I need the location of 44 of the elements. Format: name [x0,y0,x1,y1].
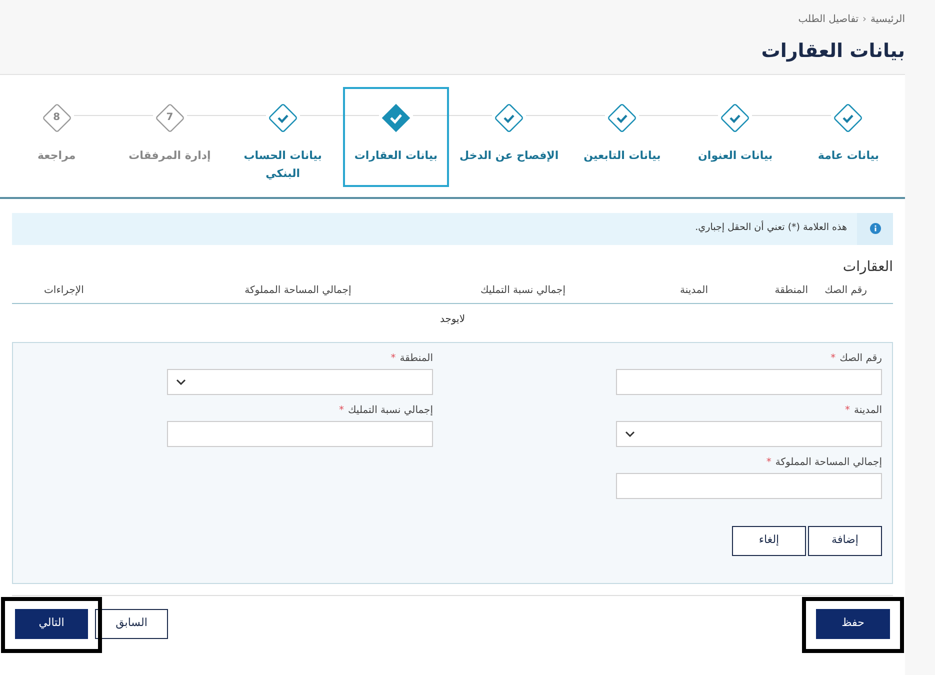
dropdown-field[interactable] [167,368,433,394]
breadcrumb-separator: ‹ [862,13,867,27]
required-mark: * [830,352,836,366]
cancel-button[interactable]: إلغاء [732,526,806,556]
step-tab[interactable]: الإفصاح عن الدخل [456,86,562,186]
save-button[interactable]: حفظ [816,608,890,638]
step-tab[interactable]: بيانات الحساب البنكي [230,86,336,186]
next-button[interactable]: التالي [15,608,88,638]
column-header: رقم الصك [824,284,868,298]
empty-table-message: لايوجد [440,312,466,326]
input-field[interactable] [167,420,433,446]
required-mark: * [339,404,344,418]
required-mark: * [766,456,772,470]
breadcrumb-link[interactable]: الرئيسية [870,12,905,27]
previous-button[interactable]: السابق [95,608,168,638]
field-label: المدينة [854,404,882,418]
input-field[interactable] [616,368,882,394]
required-mark: * [844,404,850,418]
page-title: بيانات العقارات [760,39,905,64]
column-header: إجمالي نسبة التمليك [480,284,566,298]
step-tab[interactable]: بيانات العقارات [342,86,449,186]
info-text: هذه العلامة (*) تعني أن الحقل إجباري. [695,221,847,236]
field-label: إجمالي المساحة المملوكة [775,456,882,470]
step-number: 8 [53,111,60,125]
chevron-down-icon [625,430,635,436]
chevron-down-icon [176,378,186,384]
field-label: رقم الصك [840,352,882,366]
column-header: المنطقة [774,284,808,298]
dropdown-field[interactable] [616,420,882,446]
step-number: 7 [166,111,174,125]
field-label: المنطقة [400,352,433,366]
column-header: الإجراءات [43,284,85,298]
step-tab[interactable]: بيانات العنوان [682,86,788,186]
input-field[interactable] [616,472,882,498]
required-mark: * [390,352,396,366]
step-tab[interactable]: بيانات عامة [795,86,902,186]
breadcrumb-link[interactable]: تفاصيل الطلب [798,12,859,27]
step-tab[interactable]: بيانات التابعين [569,86,676,186]
info-icon [870,223,880,234]
add-button[interactable]: إضافة [808,526,882,556]
section-title: العقارات [842,258,893,276]
field-label: إجمالي نسبة التمليك [348,404,433,418]
column-header: إجمالي المساحة المملوكة [244,284,352,298]
column-header: المدينة [678,284,708,298]
